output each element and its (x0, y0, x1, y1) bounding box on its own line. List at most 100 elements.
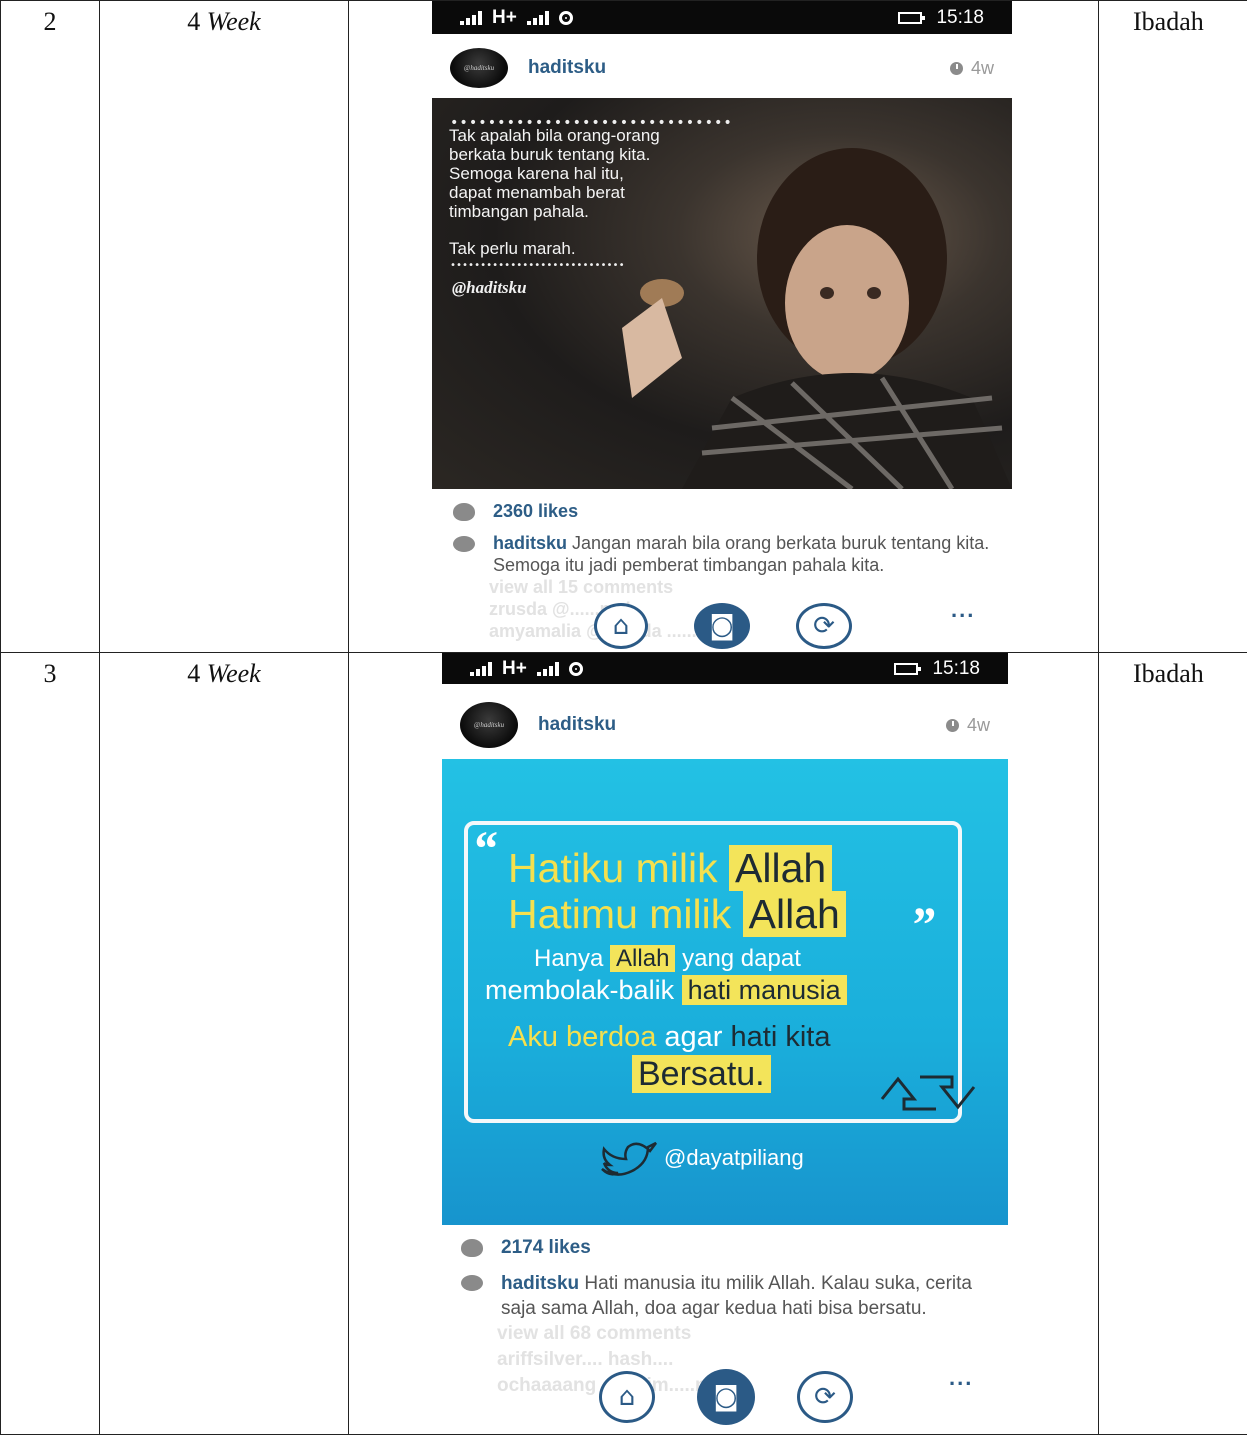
caption-row: haditsku Jangan marah bila orang berkata… (453, 532, 993, 576)
category-cell: Ibadah (1099, 653, 1247, 1435)
period-unit: Week (207, 659, 261, 688)
caption-row: haditsku Hati manusia itu milik Allah. K… (461, 1271, 981, 1321)
quote-text: agar (664, 1021, 722, 1053)
period-number: 4 (187, 659, 200, 688)
location-icon (559, 11, 573, 25)
quote-line-6: Bersatu. (632, 1055, 771, 1094)
home-icon[interactable]: ⌂ (599, 1371, 655, 1423)
period-cell: 4 Week (100, 653, 349, 1435)
post-age-text: 4w (971, 58, 994, 79)
post-header: @haditsku haditsku 4w (450, 47, 994, 89)
quote-line: dapat menambah berat (449, 183, 660, 202)
home-icon[interactable]: ⌂ (594, 603, 648, 649)
quote-line-1: Hatiku milik Allah (508, 845, 832, 892)
likes-row[interactable]: 2174 likes (461, 1237, 981, 1259)
quote-text: Hatiku milik (508, 845, 718, 891)
instagram-post-2: H+ 15:18 @haditsku haditsku 4w (349, 653, 1099, 1434)
quote-text: yang dapat (682, 945, 801, 972)
report-table: 2 4 Week H+ 15:18 @haditsku (0, 0, 1247, 1435)
image-quote: Tak apalah bila orang-orang berkata buru… (449, 126, 660, 258)
signal-icon (460, 11, 482, 25)
table-row: 2 4 Week H+ 15:18 @haditsku (1, 1, 1247, 653)
signal-icon-2 (537, 662, 559, 676)
quote-text: hati kita (731, 1021, 831, 1053)
category-cell: Ibadah (1099, 1, 1247, 653)
quote-highlight: Bersatu. (632, 1055, 771, 1093)
row-number: 3 (1, 653, 100, 1435)
instagram-post-1: H+ 15:18 @haditsku haditsku 4w (349, 1, 1099, 652)
post-image[interactable]: •••••••••••••••••••••••••••••• Tak apala… (432, 98, 1012, 489)
twitter-bird-icon (598, 1139, 658, 1185)
network-type: H+ (502, 658, 527, 680)
period-number: 4 (187, 7, 200, 36)
status-time: 15:18 (936, 7, 984, 29)
quote-text: Aku berdoa (508, 1021, 656, 1053)
caption-username[interactable]: haditsku (501, 1273, 579, 1294)
quote-line-3: Hanya Allah yang dapat (534, 945, 801, 973)
quote-text: Hatimu milik (508, 891, 731, 937)
quote-line: Tak perlu marah. (449, 239, 660, 258)
caption-username[interactable]: haditsku (493, 533, 567, 553)
status-bar: H+ 15:18 (442, 653, 1008, 684)
refresh-icon[interactable]: ⟳ (796, 603, 852, 649)
faded-line: ariffsilver.... hash.... (497, 1347, 981, 1373)
period-cell: 4 Week (100, 1, 349, 653)
avatar[interactable]: @haditsku (460, 702, 518, 748)
signal-icon (470, 662, 492, 676)
period-unit: Week (207, 7, 261, 36)
quote-line-4: membolak-balik hati manusia (485, 975, 847, 1006)
username-link[interactable]: haditsku (528, 57, 606, 79)
twitter-handle: @dayatpiliang (664, 1145, 804, 1171)
quote-text: Hanya (534, 945, 603, 972)
image-signature: @haditsku (452, 278, 527, 298)
faded-line[interactable]: view all 68 comments (497, 1321, 981, 1347)
heart-icon (453, 503, 475, 521)
screenshot-cell: H+ 15:18 @haditsku haditsku 4w (349, 653, 1099, 1435)
more-options-icon[interactable]: ... (949, 1365, 973, 1391)
faded-line[interactable]: view all 15 comments (489, 576, 993, 598)
battery-icon (898, 12, 922, 24)
likes-count: 2360 likes (493, 501, 578, 522)
quote-line: Semoga karena hal itu, (449, 164, 660, 183)
quote-highlight: Allah (610, 945, 675, 972)
quote-line: Tak apalah bila orang-orang (449, 126, 660, 145)
network-type: H+ (492, 7, 517, 29)
post-age: 4w (946, 715, 990, 736)
avatar[interactable]: @haditsku (450, 48, 508, 88)
quote-highlight: Allah (729, 845, 832, 891)
status-time: 15:18 (932, 658, 980, 680)
clock-icon (950, 62, 963, 75)
quote-text: membolak-balik (485, 975, 674, 1005)
row-number: 2 (1, 1, 100, 653)
post-header: @haditsku haditsku 4w (460, 701, 990, 749)
status-bar: H+ 15:18 (432, 1, 1012, 34)
close-quote-mark: ” (910, 895, 935, 953)
signal-icon-2 (527, 11, 549, 25)
heart-icon (461, 1239, 483, 1257)
quote-line-5: Aku berdoa agar hati kita (508, 1021, 830, 1054)
likes-row[interactable]: 2360 likes (453, 501, 993, 522)
post-age-text: 4w (967, 715, 990, 736)
location-icon (569, 662, 583, 676)
quote-line-2: Hatimu milik Allah (508, 891, 846, 938)
table-row: 3 4 Week H+ 15:18 @haditsku (1, 653, 1247, 1435)
clock-icon (946, 719, 959, 732)
retweet-icon (874, 1065, 984, 1121)
quote-highlight: hati manusia (682, 975, 847, 1005)
comment-icon (453, 536, 475, 552)
quote-line: timbangan pahala. (449, 202, 660, 221)
open-quote-mark: “ (472, 819, 497, 877)
quote-line: berkata buruk tentang kita. (449, 145, 660, 164)
battery-icon (894, 663, 918, 675)
post-image[interactable]: “ Hatiku milik Allah Hatimu milik Allah … (442, 759, 1008, 1225)
quote-highlight: Allah (743, 891, 846, 937)
caption-text: Jangan marah bila orang berkata buruk te… (493, 533, 989, 575)
instagram-icon[interactable]: ◙ (697, 1369, 755, 1425)
username-link[interactable]: haditsku (538, 714, 616, 736)
divider-dots: ••••••••••••••••••••••••••••• (450, 260, 625, 271)
instagram-icon[interactable]: ◙ (694, 603, 750, 649)
refresh-icon[interactable]: ⟳ (797, 1371, 853, 1423)
more-options-icon[interactable]: ... (951, 597, 975, 623)
screenshot-cell: H+ 15:18 @haditsku haditsku 4w (349, 1, 1099, 653)
post-age: 4w (950, 58, 994, 79)
